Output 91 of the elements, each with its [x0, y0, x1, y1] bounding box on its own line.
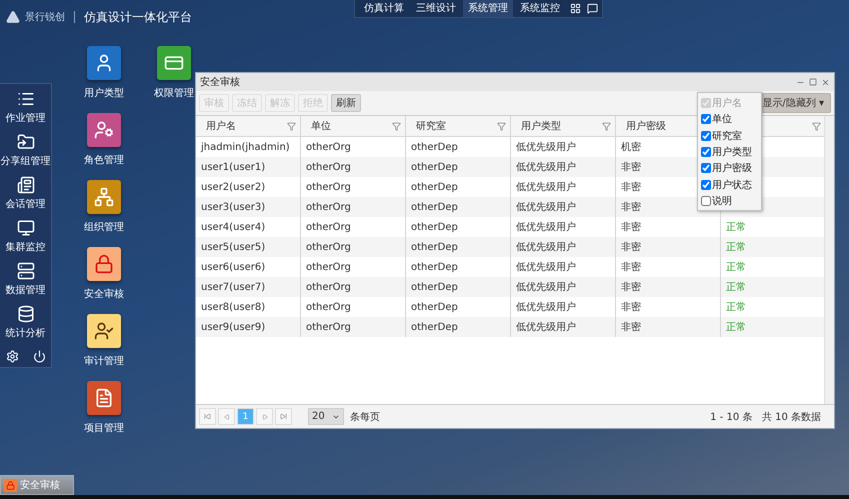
filter-icon[interactable] [602, 122, 611, 130]
per-page-label: 条每页 [350, 410, 380, 424]
desktop-shortcut[interactable]: 角色管理 [82, 113, 126, 167]
sidebar-item-icon [16, 90, 34, 108]
sidebar-item[interactable]: 集群监控 [6, 219, 46, 254]
total-text: 共 10 条数据 [762, 412, 821, 422]
filter-icon[interactable] [287, 122, 296, 130]
sidebar-item-label: 分享组管理 [0, 154, 50, 168]
left-triangle-icon [224, 414, 230, 420]
sidebar-item-label: 数据管理 [6, 284, 46, 297]
filter-icon[interactable] [392, 122, 401, 130]
shortcut-label: 安全审核 [84, 288, 124, 301]
toolbar-button[interactable]: 刷新 [331, 94, 361, 112]
column-header[interactable]: 用户类型 [511, 116, 616, 136]
nav-tab[interactable]: 系统监控 [515, 0, 565, 17]
sidebar-item[interactable]: 会话管理 [6, 176, 46, 211]
sidebar-item-icon [16, 305, 34, 323]
audit-icon [94, 321, 114, 341]
table-cell: 非密 [616, 317, 721, 337]
scrollbar[interactable] [824, 116, 834, 404]
range-text: 1 - 10 条 [710, 412, 752, 422]
sidebar-item-label: 会话管理 [6, 198, 46, 211]
sidebar-item-icon [16, 176, 34, 194]
skip-back-icon [204, 413, 211, 420]
column-header[interactable]: 用户名 [196, 116, 301, 136]
table-cell: otherDep [406, 317, 511, 337]
shortcut-label: 用户类型 [84, 86, 124, 100]
desktop-shortcut[interactable]: 用户类型 [82, 46, 126, 100]
sidebar-item-label: 统计分析 [6, 326, 46, 340]
nav-tab[interactable]: 三维设计 [411, 0, 461, 17]
column-header-label: 用户类型 [521, 120, 561, 133]
sidebar-item-label: 作业管理 [6, 112, 46, 125]
checkbox[interactable] [701, 114, 711, 124]
column-header-label: 用户名 [206, 120, 236, 133]
checkbox[interactable] [701, 196, 711, 206]
table-cell: user9(user9) [196, 317, 301, 337]
sidebar-item[interactable]: 统计分析 [6, 305, 46, 340]
sidebar-item-icon [16, 133, 34, 151]
checkbox[interactable] [701, 180, 711, 190]
skip-forward-icon [280, 413, 287, 420]
lock-icon [4, 478, 17, 492]
logo-icon [6, 10, 20, 24]
close-icon[interactable] [821, 78, 830, 86]
desktop-shortcut[interactable]: 权限管理 [152, 46, 196, 100]
shortcut-label: 组织管理 [84, 221, 124, 234]
role-icon [94, 120, 114, 140]
column-header[interactable]: 单位 [301, 116, 406, 136]
nav-tab[interactable]: 仿真计算 [359, 0, 409, 17]
shortcut-label: 权限管理 [154, 86, 194, 100]
desktop-shortcut[interactable]: 审计管理 [82, 314, 126, 368]
prev-page-button[interactable] [218, 408, 235, 425]
message-icon[interactable] [587, 3, 598, 14]
first-page-button[interactable] [199, 408, 216, 425]
sidebar-item-icon [16, 262, 34, 280]
sidebar-item[interactable]: 分享组管理 [0, 133, 50, 168]
desktop-shortcut[interactable]: 项目管理 [82, 381, 126, 435]
power-icon[interactable] [32, 350, 46, 363]
filter-icon[interactable] [812, 122, 821, 130]
filter-icon[interactable] [497, 122, 506, 130]
shortcut-label: 项目管理 [84, 422, 124, 435]
nav-tab[interactable]: 系统管理 [463, 0, 513, 17]
next-page-button[interactable] [256, 408, 273, 425]
shortcut-label: 审计管理 [84, 354, 124, 368]
maximize-icon[interactable] [809, 78, 817, 86]
shortcut-label: 角色管理 [84, 154, 124, 167]
window-title: 安全审核 [200, 76, 240, 89]
sidebar-item[interactable]: 作业管理 [6, 90, 46, 125]
column-header-label: 用户密级 [626, 120, 666, 133]
column-header[interactable]: 研究室 [406, 116, 511, 136]
lock-icon [94, 254, 114, 274]
column-header-label: 研究室 [416, 120, 446, 133]
checkbox[interactable] [701, 163, 711, 174]
last-page-button[interactable] [275, 408, 292, 425]
checkbox[interactable] [701, 130, 711, 141]
settings-icon[interactable] [6, 350, 18, 363]
table-cell: otherOrg [301, 317, 406, 337]
org-icon [94, 187, 114, 207]
desktop-shortcut[interactable]: 组织管理 [82, 180, 126, 234]
page-size-select[interactable]: 20 [308, 408, 344, 425]
desktop-shortcut[interactable]: 安全审核 [82, 247, 126, 301]
right-triangle-icon [262, 414, 268, 420]
logo-text: 景行锐创 [25, 10, 65, 24]
table-cell: 低优先级用户 [511, 317, 616, 337]
project-icon [94, 388, 114, 408]
grid-icon[interactable] [570, 3, 581, 14]
checkbox[interactable] [701, 147, 711, 158]
sidebar-item[interactable]: 数据管理 [6, 262, 46, 297]
platform-title: 仿真设计一体化平台 [84, 8, 192, 26]
sidebar-item-label: 集群监控 [6, 241, 46, 254]
sidebar-item-icon [16, 219, 34, 237]
column-header-label: 单位 [311, 120, 331, 133]
